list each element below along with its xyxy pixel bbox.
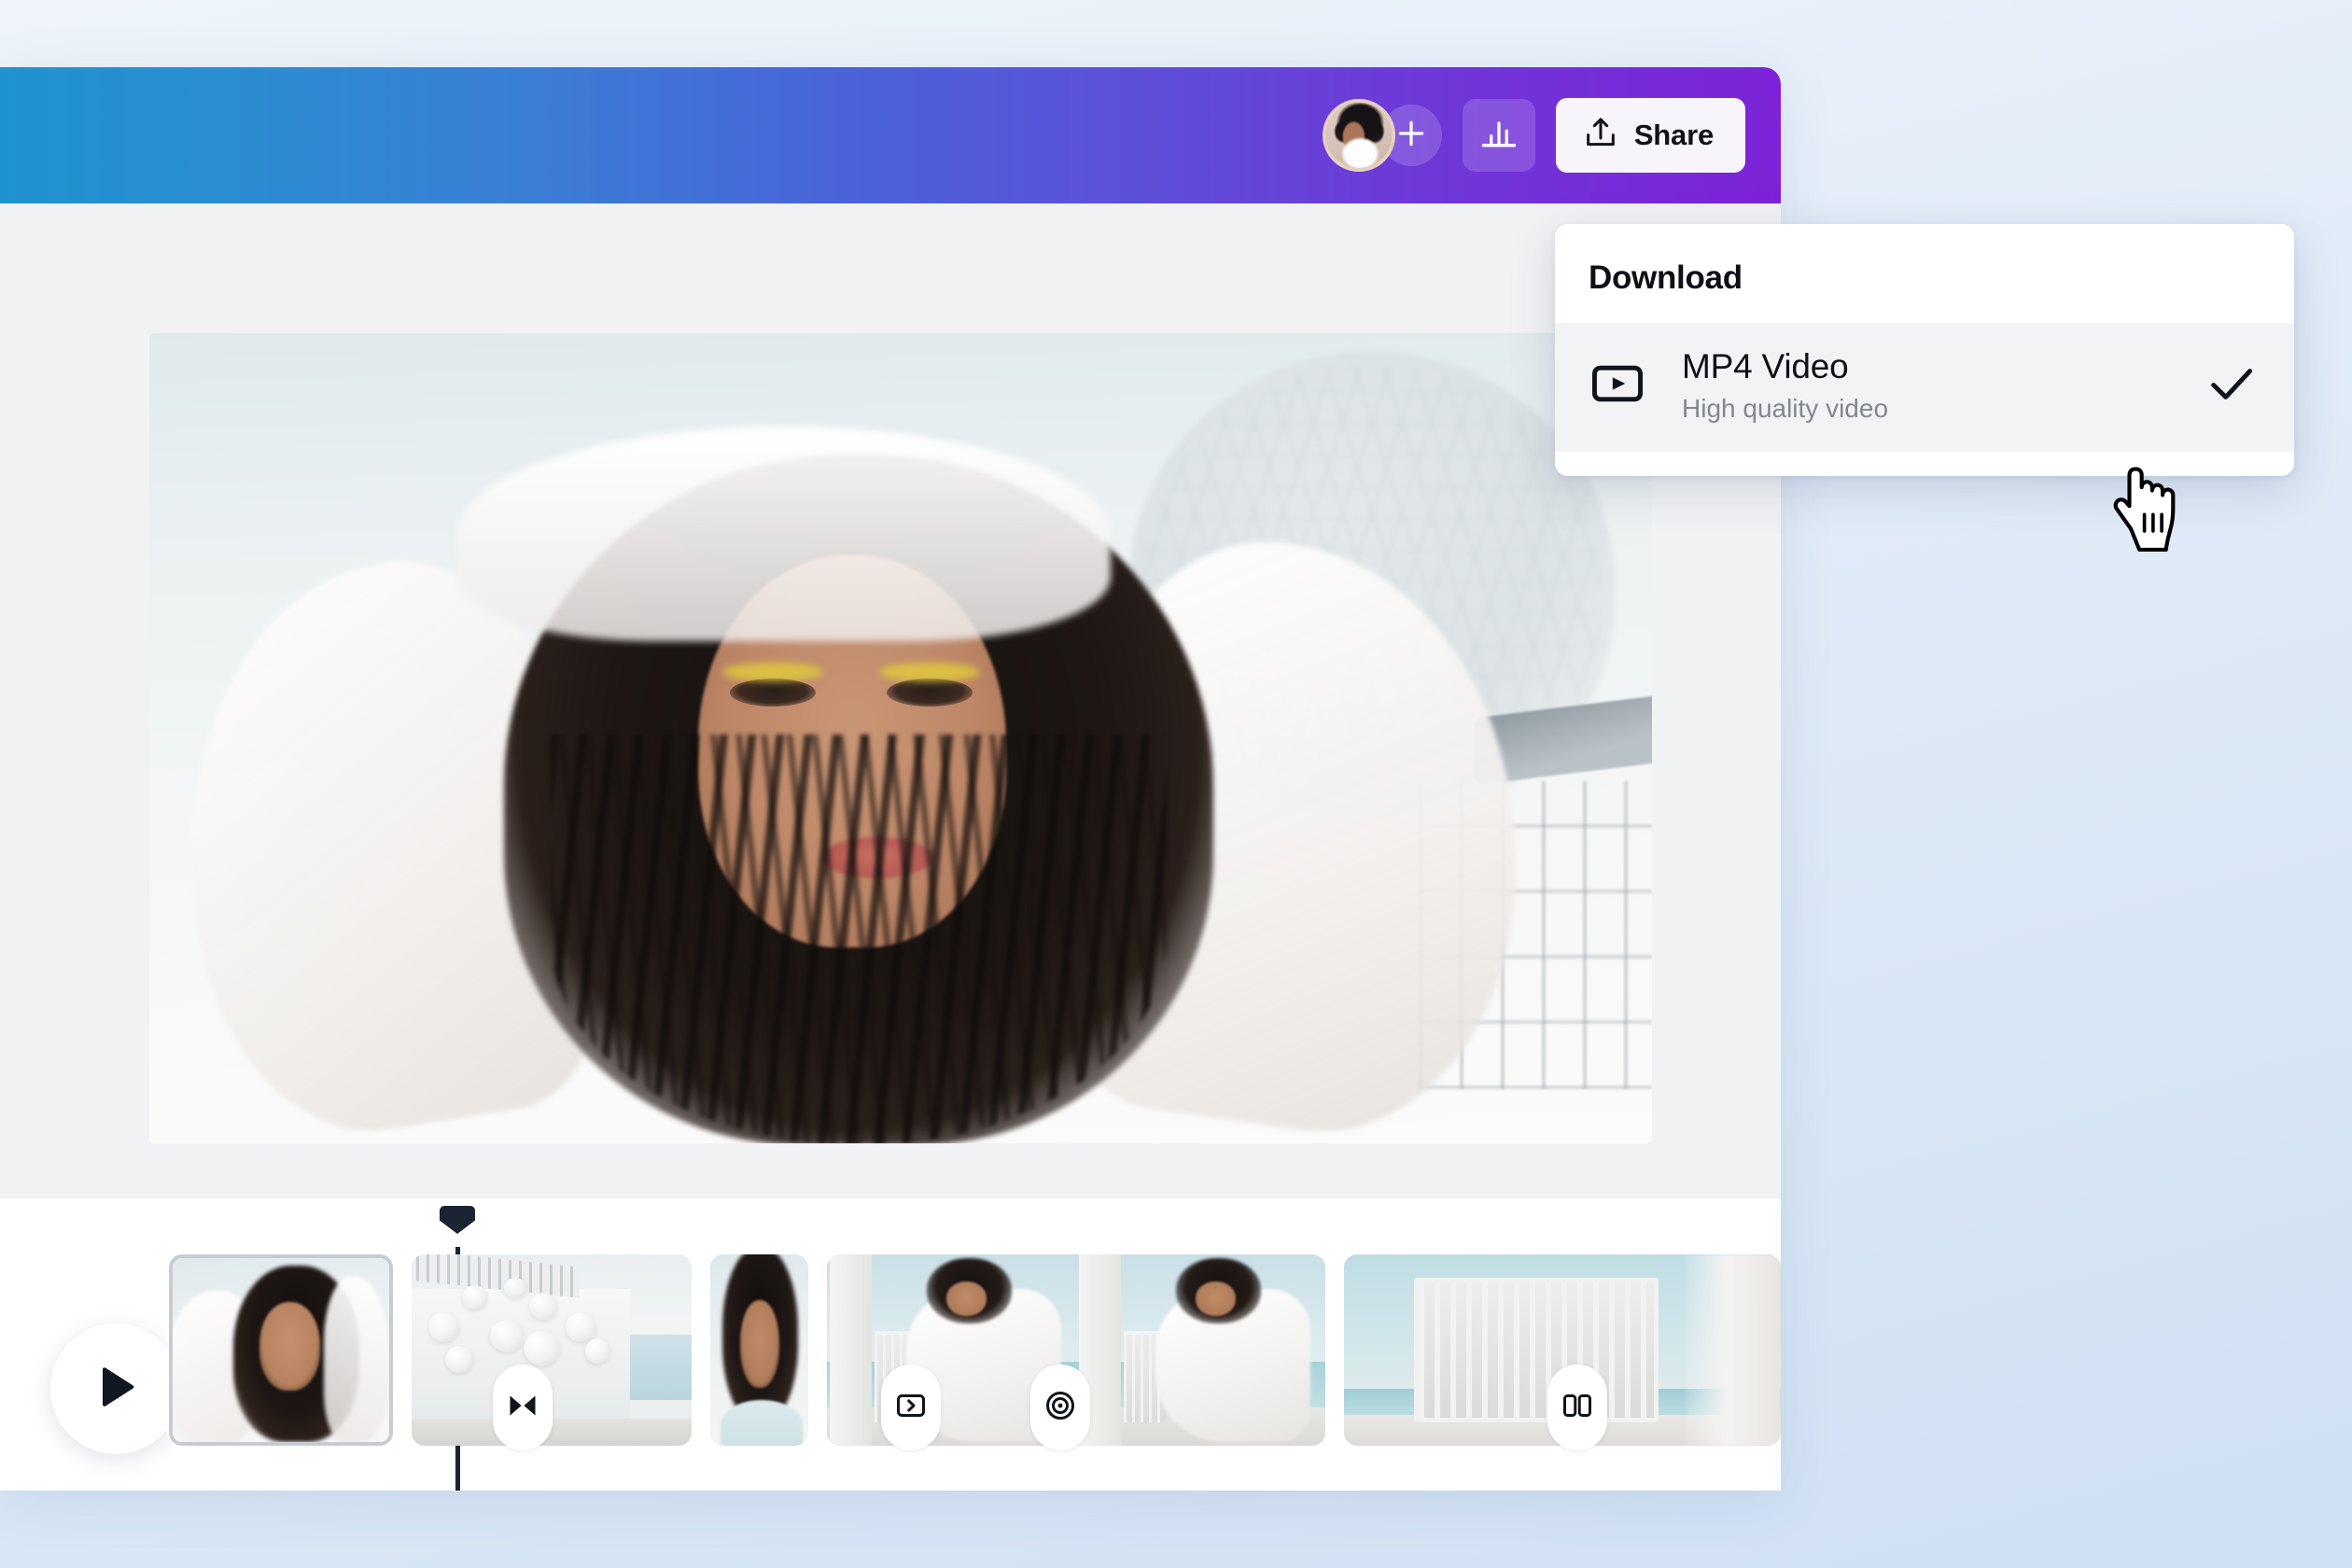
- analytics-button[interactable]: [1462, 99, 1535, 172]
- bowtie-icon: [506, 1389, 539, 1427]
- checkmark-icon: [2203, 355, 2261, 417]
- split-panes-icon: [1561, 1389, 1594, 1427]
- thumb-ball: [529, 1293, 557, 1320]
- transition-iris[interactable]: [1030, 1365, 1090, 1450]
- app-window: Share: [0, 67, 1781, 1491]
- thumb-ball: [490, 1319, 524, 1352]
- thumb-sea: [624, 1335, 692, 1400]
- clip-portrait-second[interactable]: [710, 1254, 808, 1446]
- clip-portrait-closeup[interactable]: [169, 1254, 393, 1446]
- preview-eye-left: [730, 679, 816, 707]
- thumb-chair-frame: [1413, 1277, 1659, 1423]
- playhead-marker[interactable]: [440, 1206, 475, 1234]
- circle-target-icon: [1043, 1389, 1077, 1427]
- avatar[interactable]: [1322, 99, 1395, 172]
- thumb-ball: [585, 1338, 610, 1364]
- clip-thumbnail: [173, 1258, 389, 1442]
- download-option-texts: MP4 Video High quality video: [1682, 347, 2167, 424]
- thumb-sleeve-right: [324, 1276, 389, 1442]
- transition-slide-right[interactable]: [881, 1365, 941, 1450]
- header-actions: Share: [1322, 67, 1745, 203]
- thumb-ball: [524, 1331, 560, 1365]
- plus-icon: [1393, 115, 1430, 157]
- download-menu-footer: [1555, 452, 2294, 476]
- thumb-ball: [428, 1311, 459, 1343]
- thumb-face: [946, 1281, 987, 1316]
- download-menu-title: Download: [1589, 259, 1743, 296]
- thumb-ball: [504, 1277, 526, 1299]
- clips-row: [0, 1254, 1781, 1450]
- transition-split[interactable]: [1547, 1365, 1607, 1450]
- thumb-ball: [566, 1311, 596, 1343]
- avatar-image: [1325, 103, 1392, 168]
- clip-thumbnail: [1076, 1254, 1325, 1446]
- share-upload-icon: [1582, 115, 1619, 157]
- download-option-title: MP4 Video: [1682, 347, 1849, 385]
- share-button[interactable]: Share: [1555, 98, 1745, 173]
- thumb-face: [1196, 1281, 1236, 1316]
- timeline-panel: [0, 1198, 1781, 1491]
- pointing-hand-cursor: [2111, 464, 2184, 560]
- preview-eye-right: [887, 679, 973, 707]
- preview-arms: [457, 427, 1111, 641]
- chevron-right-box-icon: [894, 1389, 928, 1427]
- preview-hair-strands: [551, 735, 1167, 1143]
- download-option-mp4[interactable]: MP4 Video High quality video: [1555, 323, 2294, 452]
- share-button-label: Share: [1633, 119, 1714, 151]
- clip-thumbnail: [710, 1254, 808, 1446]
- thumb-curtain: [1685, 1254, 1781, 1446]
- thumb-ball: [445, 1346, 473, 1374]
- thumb-column: [829, 1254, 873, 1446]
- bar-chart-icon: [1478, 113, 1519, 159]
- download-menu: Download MP4 Video High quality video: [1555, 224, 2294, 476]
- thumb-top: [720, 1399, 803, 1446]
- video-file-icon: [1589, 355, 1646, 417]
- download-option-subtitle: High quality video: [1682, 394, 1889, 423]
- thumb-face: [739, 1300, 779, 1389]
- canvas-area: [0, 203, 1781, 1198]
- video-preview[interactable]: [149, 333, 1652, 1143]
- collaborators-group: [1322, 99, 1442, 172]
- transition-bowtie[interactable]: [493, 1365, 553, 1450]
- app-header: Share: [0, 67, 1781, 203]
- thumb-face: [259, 1302, 320, 1391]
